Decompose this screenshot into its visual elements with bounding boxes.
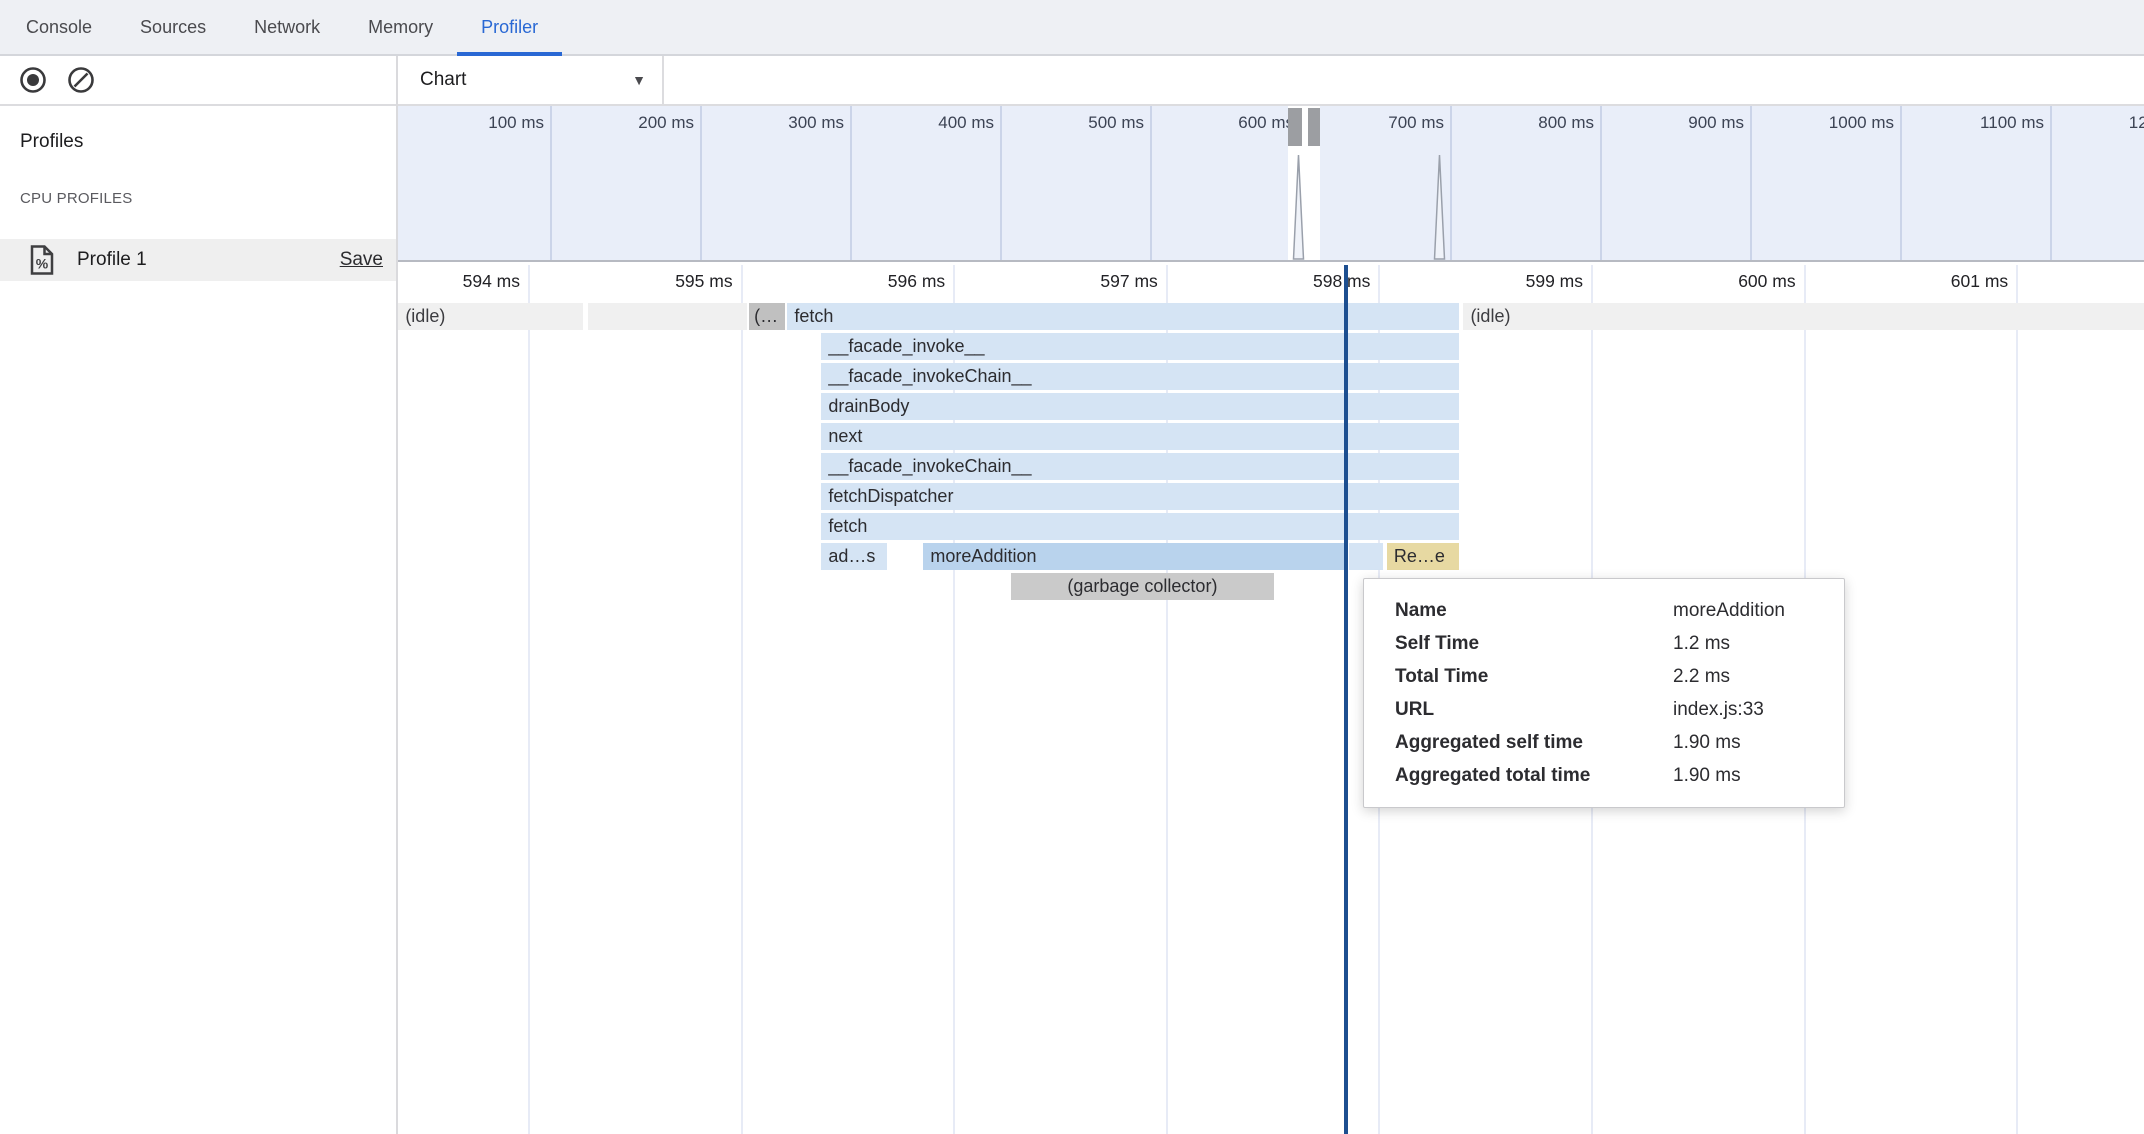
tooltip-field-value: moreAddition xyxy=(1673,600,1844,622)
tooltip-field-label: Total Time xyxy=(1395,666,1673,688)
tab-label: Network xyxy=(254,17,320,38)
tooltip-field-value: 2.2 ms xyxy=(1673,666,1844,688)
profiles-sidebar: Profiles CPU PROFILES % Profile 1 Save xyxy=(0,56,398,1134)
frame-fetchdispatcher[interactable]: fetchDispatcher xyxy=(821,483,1459,510)
time-ruler-label: 599 ms xyxy=(1423,271,1583,292)
frame-label: __facade_invoke__ xyxy=(828,336,984,356)
frame-facade-invoke[interactable]: __facade_invoke__ xyxy=(821,333,1459,360)
tooltip-field-label: Aggregated self time xyxy=(1395,732,1673,754)
frame-label: next xyxy=(828,426,862,446)
profiler-panel: Console Sources Network Memory Profiler Prof… xyxy=(0,0,2144,1134)
tooltip-field-value: 1.90 ms xyxy=(1673,732,1844,754)
tooltip-field-label: Aggregated total time xyxy=(1395,765,1673,787)
profile-document-icon: % xyxy=(27,245,57,275)
tab-sources[interactable]: Sources xyxy=(116,0,230,54)
frame-fetch[interactable]: fetch xyxy=(821,513,1459,540)
tooltip-field-value: index.js:33 xyxy=(1673,699,1844,721)
frame-label: ad…s xyxy=(828,546,875,566)
frame-facade-invokechain[interactable]: __facade_invokeChain__ xyxy=(821,363,1459,390)
frame-label: fetch xyxy=(794,306,833,326)
frame-label: __facade_invokeChain__ xyxy=(828,366,1031,386)
tooltip-field-label: Name xyxy=(1395,600,1673,622)
time-ruler-label: 600 ms xyxy=(1636,271,1796,292)
tooltip-row: Aggregated total time1.90 ms xyxy=(1395,759,1844,792)
tooltip-field-label: URL xyxy=(1395,699,1673,721)
current-time-marker[interactable] xyxy=(1344,265,1348,1134)
frame-label: fetchDispatcher xyxy=(828,486,953,506)
frame-ad-s[interactable]: ad…s xyxy=(821,543,887,570)
tab-network[interactable]: Network xyxy=(230,0,344,54)
frame-garbage-collector[interactable]: (garbage collector) xyxy=(1011,573,1275,600)
tab-label: Profiler xyxy=(481,17,538,38)
tab-label: Memory xyxy=(368,17,433,38)
frame-idle[interactable]: (idle) xyxy=(1463,303,2144,330)
tab-memory[interactable]: Memory xyxy=(344,0,457,54)
tooltip-field-value: 1.90 ms xyxy=(1673,765,1844,787)
frame-label: (garbage collector) xyxy=(1067,576,1217,596)
frame-unlabeled[interactable] xyxy=(1349,543,1383,570)
frame-label: (idle) xyxy=(1470,306,1510,326)
frame-label: moreAddition xyxy=(930,546,1036,566)
tooltip-row: NamemoreAddition xyxy=(1395,594,1844,627)
time-ruler-label: 594 ms xyxy=(360,271,520,292)
chart-view-select-value: Chart xyxy=(420,69,466,91)
profiles-heading: Profiles xyxy=(20,131,396,153)
cpu-spike xyxy=(1435,155,1445,259)
frame-label: (idle) xyxy=(405,306,445,326)
cpu-spike xyxy=(1294,155,1304,259)
time-ruler-label: 601 ms xyxy=(1848,271,2008,292)
frame-label: fetch xyxy=(828,516,867,536)
svg-text:%: % xyxy=(36,256,49,272)
frame-tooltip: NamemoreAdditionSelf Time1.2 msTotal Tim… xyxy=(1363,578,1845,808)
chart-view-select[interactable]: Chart ▼ xyxy=(398,56,664,104)
frame-label: drainBody xyxy=(828,396,909,416)
frame-unlabeled[interactable] xyxy=(588,303,747,330)
frame-re-e[interactable]: Re…e xyxy=(1387,543,1459,570)
frame-label: __facade_invokeChain__ xyxy=(828,456,1031,476)
devtools-tab-bar: Console Sources Network Memory Profiler xyxy=(0,0,2144,56)
frame-facade-invokechain[interactable]: __facade_invokeChain__ xyxy=(821,453,1459,480)
frame-unlabeled[interactable]: (… xyxy=(749,303,785,330)
tooltip-row: Total Time2.2 ms xyxy=(1395,660,1844,693)
profile-name: Profile 1 xyxy=(77,249,147,271)
clear-icon[interactable] xyxy=(66,65,96,95)
chevron-down-icon: ▼ xyxy=(632,72,646,88)
detail-gridline xyxy=(2016,265,2018,1134)
frame-idle[interactable]: (idle) xyxy=(398,303,583,330)
detail-gridline xyxy=(528,265,530,1134)
frame-drainbody[interactable]: drainBody xyxy=(821,393,1459,420)
timeline-overview[interactable]: 100 ms200 ms300 ms400 ms500 ms600 ms700 … xyxy=(398,106,2144,262)
tooltip-field-label: Self Time xyxy=(1395,633,1673,655)
selection-handle-left[interactable] xyxy=(1288,108,1302,146)
sidebar-item-profile-1[interactable]: % Profile 1 Save xyxy=(0,239,396,281)
tooltip-field-value: 1.2 ms xyxy=(1673,633,1844,655)
tab-profiler[interactable]: Profiler xyxy=(457,0,562,54)
tab-label: Sources xyxy=(140,17,206,38)
profiles-toolbar xyxy=(0,56,396,106)
frame-next[interactable]: next xyxy=(821,423,1459,450)
tab-console[interactable]: Console xyxy=(2,0,116,54)
save-profile-link[interactable]: Save xyxy=(340,249,383,271)
tab-label: Console xyxy=(26,17,92,38)
frame-label: Re…e xyxy=(1394,546,1445,566)
selection-handle-right[interactable] xyxy=(1308,108,1320,146)
detail-gridline xyxy=(741,265,743,1134)
frame-fetch[interactable]: fetch xyxy=(787,303,1459,330)
time-ruler-label: 597 ms xyxy=(998,271,1158,292)
cpu-activity-spikes xyxy=(398,106,2144,260)
tooltip-row: Aggregated self time1.90 ms xyxy=(1395,726,1844,759)
frame-label: (… xyxy=(754,306,778,326)
record-icon[interactable] xyxy=(18,65,48,95)
cpu-profiles-section-heading: CPU PROFILES xyxy=(20,190,396,207)
frame-moreaddition[interactable]: moreAddition xyxy=(923,543,1344,570)
time-ruler-label: 595 ms xyxy=(573,271,733,292)
tooltip-row: Self Time1.2 ms xyxy=(1395,627,1844,660)
time-ruler-label: 596 ms xyxy=(785,271,945,292)
tooltip-row: URLindex.js:33 xyxy=(1395,693,1844,726)
